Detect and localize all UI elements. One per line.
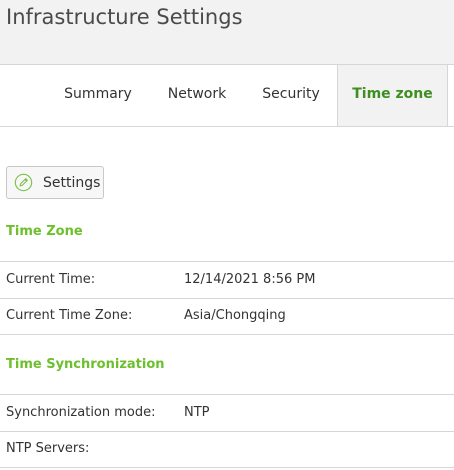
settings-button-label: Settings — [43, 175, 101, 191]
tab-bar: Summary Network Security Time zone — [0, 64, 454, 127]
tab-network[interactable]: Network — [150, 65, 244, 126]
row-sync-mode: Synchronization mode: NTP — [0, 394, 454, 432]
page-header: Infrastructure Settings — [0, 0, 454, 65]
row-ntp-servers: NTP Servers: — [0, 431, 454, 468]
row-label: NTP Servers: — [6, 441, 90, 456]
row-label: Synchronization mode: — [6, 405, 156, 420]
section-title-time-sync: Time Synchronization — [6, 357, 165, 372]
row-value: Asia/Chongqing — [184, 308, 286, 323]
edit-pencil-icon — [14, 173, 33, 192]
row-label: Current Time Zone: — [6, 308, 133, 323]
row-value: NTP — [184, 405, 210, 420]
row-value: 12/14/2021 8:56 PM — [184, 272, 316, 287]
tab-summary[interactable]: Summary — [52, 65, 144, 126]
row-label: Current Time: — [6, 272, 96, 287]
row-current-time-zone: Current Time Zone: Asia/Chongqing — [0, 298, 454, 335]
tab-security[interactable]: Security — [246, 65, 336, 126]
section-title-time-zone: Time Zone — [6, 224, 83, 239]
settings-button[interactable]: Settings — [6, 166, 104, 199]
page-title: Infrastructure Settings — [6, 5, 243, 29]
tab-time-zone[interactable]: Time zone — [337, 65, 448, 126]
row-current-time: Current Time: 12/14/2021 8:56 PM — [0, 261, 454, 299]
